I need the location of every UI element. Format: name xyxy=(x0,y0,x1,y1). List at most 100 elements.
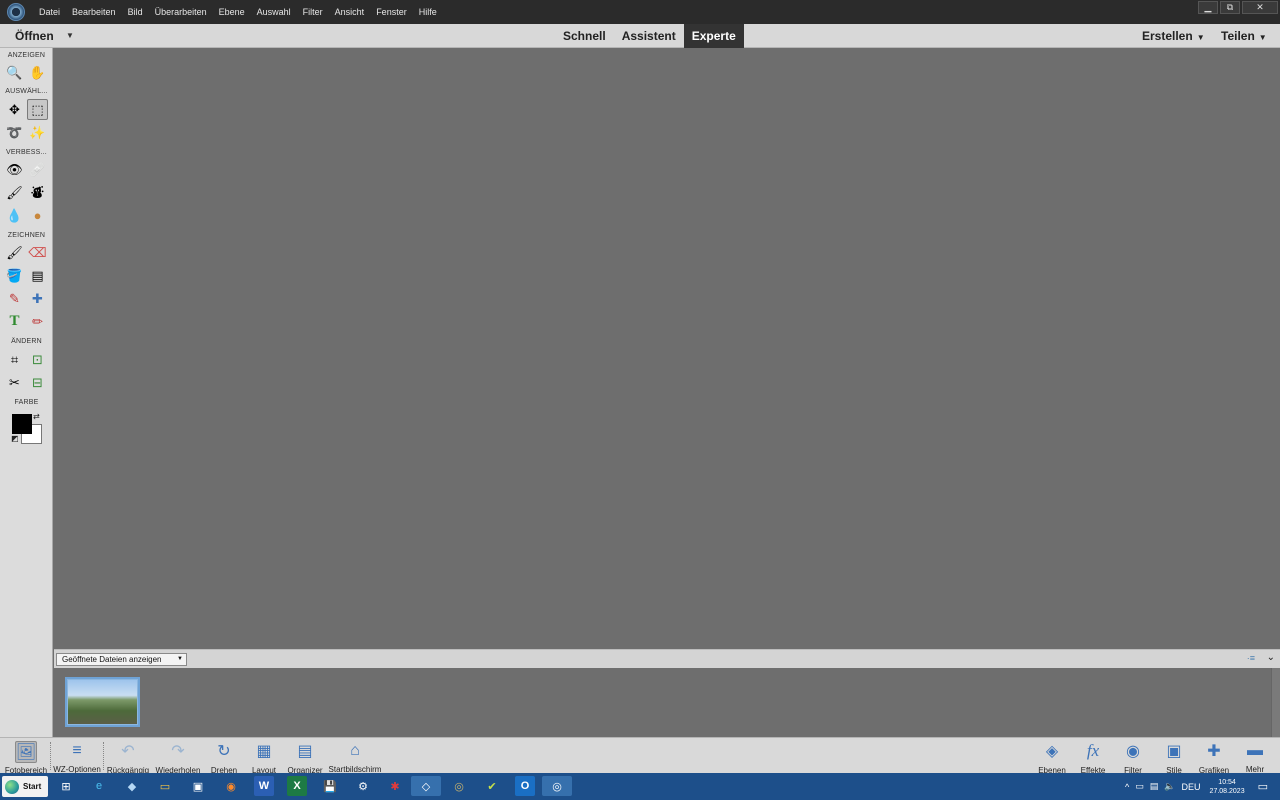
start-label: Start xyxy=(23,782,42,791)
network-icon[interactable]: ▤ xyxy=(1150,781,1159,792)
styles-button[interactable]: ▣ Stile xyxy=(1162,738,1186,775)
straighten-tool-icon[interactable]: ⊟ xyxy=(27,372,48,393)
battery-icon[interactable]: ▭ xyxy=(1135,781,1144,792)
rotate-button[interactable]: ↻ Drehen xyxy=(208,738,240,775)
photo-thumbnail[interactable] xyxy=(65,677,140,727)
red-eye-tool-icon[interactable]: 👁 xyxy=(4,159,25,180)
start-button[interactable]: Start xyxy=(2,776,48,797)
blur-tool-icon[interactable]: 💧 xyxy=(4,205,25,226)
content-aware-move-tool-icon[interactable]: ✂ xyxy=(4,372,25,393)
tab-schnell[interactable]: Schnell xyxy=(555,24,614,48)
layout-icon: ▦ xyxy=(256,743,272,760)
lasso-tool-icon[interactable]: ➰ xyxy=(4,122,25,143)
menu-fenster[interactable]: Fenster xyxy=(370,0,413,24)
tray-chevron-icon[interactable]: ^ xyxy=(1125,782,1129,792)
outlook-icon[interactable]: O xyxy=(515,776,535,796)
photo-bin-scrollbar[interactable] xyxy=(1271,668,1280,737)
clock[interactable]: 10:54 27.08.2023 xyxy=(1210,778,1245,796)
bin-menu-icon[interactable]: ·≡ xyxy=(1247,653,1255,663)
swap-colors-icon[interactable]: ⇄ xyxy=(33,412,40,421)
divider xyxy=(103,742,104,770)
excel-icon[interactable]: X xyxy=(287,776,307,796)
edge-icon[interactable]: e xyxy=(89,776,109,796)
settings-icon[interactable]: ⚙ xyxy=(353,776,373,796)
sponge-tool-icon[interactable]: ● xyxy=(27,205,48,226)
share-button[interactable]: Teilen ▼ xyxy=(1221,24,1267,50)
more-icon: ▬ xyxy=(1247,741,1263,759)
chevron-down-icon: ▼ xyxy=(1196,33,1205,42)
open-dropdown-icon[interactable]: ▼ xyxy=(66,24,74,48)
pencil-tool-icon[interactable]: ✏ xyxy=(27,311,48,332)
language-indicator[interactable]: DEU xyxy=(1182,782,1201,792)
menu-bar: Datei Bearbeiten Bild Überarbeiten Ebene… xyxy=(0,0,1280,24)
gradient-tool-icon[interactable]: ▤ xyxy=(27,265,48,286)
home-screen-button[interactable]: ⌂ Startbildschirm xyxy=(327,738,383,775)
magic-wand-tool-icon[interactable]: ✨ xyxy=(27,122,48,143)
notification-icon[interactable]: ▭ xyxy=(1258,780,1268,793)
custom-shape-tool-icon[interactable]: ✚ xyxy=(27,288,48,309)
menu-hilfe[interactable]: Hilfe xyxy=(413,0,443,24)
photo-bin-dropdown[interactable]: Geöffnete Dateien anzeigen ▼ xyxy=(56,653,187,666)
undo-button[interactable]: ↶ Rückgängig xyxy=(106,738,150,775)
move-tool-icon[interactable]: ✥ xyxy=(4,99,25,120)
zoom-tool-icon[interactable]: 🔍 xyxy=(4,62,25,83)
app-icon[interactable]: ◆ xyxy=(122,776,142,796)
layers-button[interactable]: ◈ Ebenen xyxy=(1037,738,1067,775)
mode-bar: Öffnen ▼ Schnell Assistent Experte Erste… xyxy=(0,24,1280,48)
eraser-tool-icon[interactable]: ⌫ xyxy=(27,242,48,263)
hand-tool-icon[interactable]: ✋ xyxy=(27,62,48,83)
tool-options-button[interactable]: ≡ WZ-Optionen xyxy=(53,738,101,775)
more-button[interactable]: ▬ Mehr xyxy=(1242,738,1268,775)
photo-bin-button[interactable]: 🖼 Fotobereich xyxy=(4,738,48,775)
organizer-app-icon[interactable]: ◎ xyxy=(542,776,572,796)
app-icon[interactable]: ✔ xyxy=(482,776,502,796)
eyedropper-tool-icon[interactable]: ✎ xyxy=(4,288,25,309)
menu-auswahl[interactable]: Auswahl xyxy=(251,0,297,24)
store-icon[interactable]: ▣ xyxy=(188,776,208,796)
photoshop-elements-icon[interactable]: ◇ xyxy=(411,776,441,796)
spot-healing-tool-icon[interactable]: 🩹 xyxy=(27,159,48,180)
marquee-tool-icon[interactable]: ⬚ xyxy=(27,99,48,120)
type-tool-icon[interactable]: T xyxy=(4,311,25,332)
file-explorer-icon[interactable]: ▭ xyxy=(155,776,175,796)
menu-ansicht[interactable]: Ansicht xyxy=(329,0,371,24)
volume-icon[interactable]: 🔈 xyxy=(1164,781,1175,792)
task-view-icon[interactable]: ⊞ xyxy=(56,776,76,796)
minimize-icon[interactable]: ▁ xyxy=(1198,1,1218,14)
menu-datei[interactable]: Datei xyxy=(33,0,66,24)
create-button[interactable]: Erstellen ▼ xyxy=(1142,24,1205,50)
foreground-color-swatch[interactable] xyxy=(12,414,32,434)
save-icon[interactable]: 💾 xyxy=(320,776,340,796)
smart-brush-tool-icon[interactable]: 🖌 xyxy=(4,182,25,203)
clock-date: 27.08.2023 xyxy=(1209,787,1245,795)
default-colors-icon[interactable]: ◩ xyxy=(11,434,19,443)
filter-button[interactable]: ◉ Filter xyxy=(1120,738,1146,775)
organizer-button[interactable]: ▤ Organizer xyxy=(287,738,323,775)
layout-button[interactable]: ▦ Layout xyxy=(250,738,278,775)
app-icon[interactable]: ✱ xyxy=(385,776,405,796)
firefox-icon[interactable]: ◉ xyxy=(221,776,241,796)
tab-experte[interactable]: Experte xyxy=(683,24,744,48)
restore-icon[interactable]: ⧉ xyxy=(1220,1,1240,14)
graphics-button[interactable]: ✚ Grafiken xyxy=(1198,738,1230,775)
menu-bild[interactable]: Bild xyxy=(122,0,149,24)
close-icon[interactable]: ✕ xyxy=(1242,1,1278,14)
redo-button[interactable]: ↷ Wiederholen xyxy=(155,738,201,775)
open-button[interactable]: Öffnen xyxy=(15,24,54,48)
word-icon[interactable]: W xyxy=(254,776,274,796)
menu-bearbeiten[interactable]: Bearbeiten xyxy=(66,0,122,24)
tab-assistent[interactable]: Assistent xyxy=(614,24,684,48)
effects-button[interactable]: fx Effekte xyxy=(1078,738,1108,775)
app-icon[interactable]: ◎ xyxy=(449,776,469,796)
recompose-tool-icon[interactable]: ⊡ xyxy=(27,349,48,370)
clone-stamp-tool-icon[interactable]: ⛇ xyxy=(27,182,48,203)
menu-ueberarbeiten[interactable]: Überarbeiten xyxy=(149,0,213,24)
paint-bucket-tool-icon[interactable]: 🪣 xyxy=(4,265,25,286)
collapse-icon[interactable]: ⌄ xyxy=(1267,652,1275,663)
mode-tabs: Schnell Assistent Experte xyxy=(555,24,744,48)
menu-ebene[interactable]: Ebene xyxy=(213,0,251,24)
menu-filter[interactable]: Filter xyxy=(297,0,329,24)
crop-tool-icon[interactable]: ⌗ xyxy=(4,349,25,370)
canvas-area[interactable] xyxy=(54,48,1280,649)
brush-tool-icon[interactable]: 🖌 xyxy=(4,242,25,263)
